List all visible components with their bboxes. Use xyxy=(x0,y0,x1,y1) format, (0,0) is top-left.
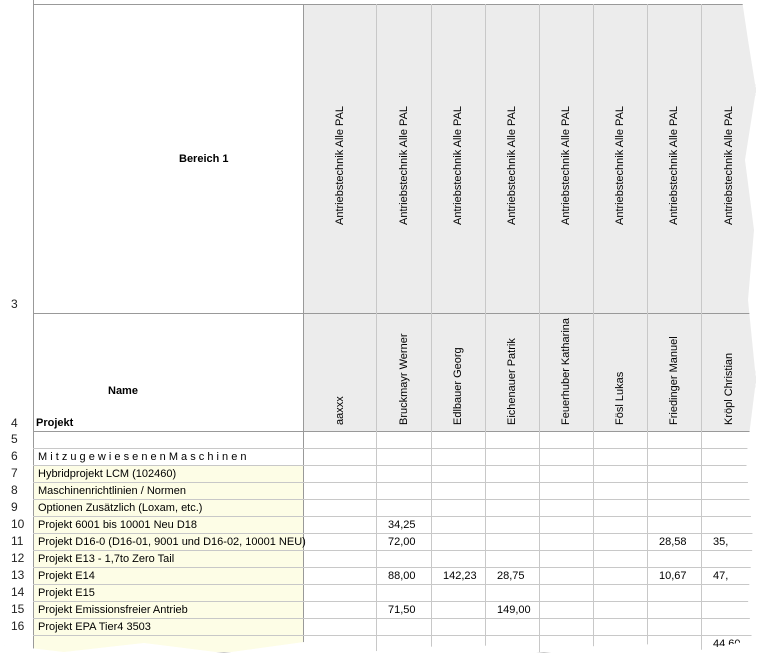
row-number: 7 xyxy=(11,466,18,480)
value-cell[interactable]: 34,25 xyxy=(388,517,416,533)
row-label: Projekt E15 xyxy=(38,587,95,599)
column-border xyxy=(376,4,377,653)
column-group-label: Antriebstechnik Alle PAL xyxy=(668,105,680,225)
column-group-label: Antriebstechnik Alle PAL xyxy=(722,105,735,225)
row-border xyxy=(33,584,756,585)
value-cell[interactable]: 71,50 xyxy=(388,602,416,618)
row-label: M i t z u g e w i e s e n e n M a s c h … xyxy=(38,451,247,463)
column-group-label: Antriebstechnik Alle PAL xyxy=(333,105,346,225)
column-person-label: Bruckmayr Werner xyxy=(397,333,410,425)
column-person-label: Fösl Lukas xyxy=(614,371,626,425)
row-number: 13 xyxy=(11,568,25,582)
row-number: 10 xyxy=(11,517,25,531)
row-border xyxy=(33,635,756,636)
column-border xyxy=(431,4,432,653)
column-group-label: Antriebstechnik Alle PAL xyxy=(614,105,626,225)
column-person-label: Kröpl Christian xyxy=(722,352,735,425)
column-group-label: Antriebstechnik Alle PAL xyxy=(560,105,572,225)
row-number: 9 xyxy=(11,500,18,514)
value-cell[interactable]: 28,75 xyxy=(497,568,525,584)
column-person-label: aaxxx xyxy=(333,396,346,425)
value-cell[interactable]: 10,67 xyxy=(659,568,687,584)
column-person-label: Eichenauer Patrik xyxy=(506,338,518,425)
value-cell[interactable]: 35, xyxy=(713,534,728,550)
row-number: 4 xyxy=(11,416,18,430)
row-label: Projekt E14 xyxy=(38,570,95,582)
row-label: Hybridprojekt LCM (102460) xyxy=(38,468,177,480)
row-number: 15 xyxy=(11,602,25,616)
column-person-label: Feuerhuber Katharina xyxy=(560,317,572,425)
row-number: 8 xyxy=(11,483,18,497)
row-label: Optionen Zusätzlich (Loxam, etc.) xyxy=(38,502,203,514)
column-border xyxy=(593,4,594,653)
column-group-label: Antriebstechnik Alle PAL xyxy=(506,105,518,225)
column-border xyxy=(701,4,702,653)
column-border xyxy=(539,4,540,653)
row-number: 16 xyxy=(11,619,25,633)
column-group-label: Antriebstechnik Alle PAL xyxy=(397,105,410,225)
row-label: Projekt EPA Tier4 3503 xyxy=(38,621,151,633)
value-cell[interactable]: 44,60 xyxy=(713,636,741,652)
column-border xyxy=(647,4,648,653)
column-border xyxy=(303,4,304,653)
row-border xyxy=(33,652,756,653)
value-cell[interactable]: 142,23 xyxy=(443,568,477,584)
value-cell[interactable]: 149,00 xyxy=(497,602,531,618)
row-label: Projekt D16-0 (D16-01, 9001 und D16-02, … xyxy=(38,536,306,548)
left-border xyxy=(33,4,34,431)
row-number: 5 xyxy=(11,432,18,446)
row-number: 14 xyxy=(11,585,25,599)
name-label: Name xyxy=(108,385,138,397)
row-number: 6 xyxy=(11,449,18,463)
column-person-label: Edlbauer Georg xyxy=(452,347,464,425)
row-label: Projekt 6001 bis 10001 Neu D18 xyxy=(38,519,197,531)
row-label: Projekt Emissionsfreier Antrieb xyxy=(38,604,188,616)
bereich-label: Bereich 1 xyxy=(179,153,229,165)
value-cell[interactable]: 28,58 xyxy=(659,534,687,550)
value-cell[interactable]: 88,00 xyxy=(388,568,416,584)
row-label: Projekt E13 - 1,7to Zero Tail xyxy=(38,553,175,565)
row-label: Maschinenrichtlinien / Normen xyxy=(38,485,186,497)
value-cell[interactable]: 72,00 xyxy=(388,534,416,550)
spreadsheet: 3 4 Bereich 1 Name Projekt Antriebstechnik Al… xyxy=(4,0,756,653)
row-number: 12 xyxy=(11,551,25,565)
column-person-label: Friedinger Manuel xyxy=(668,336,680,425)
column-header-background xyxy=(303,4,756,431)
row-number: 11 xyxy=(11,534,24,548)
value-cell[interactable]: 47, xyxy=(713,568,728,584)
projekt-label: Projekt xyxy=(36,417,74,429)
column-group-label: Antriebstechnik Alle PAL xyxy=(452,105,464,225)
row-number: 3 xyxy=(11,297,18,311)
column-border xyxy=(485,4,486,653)
